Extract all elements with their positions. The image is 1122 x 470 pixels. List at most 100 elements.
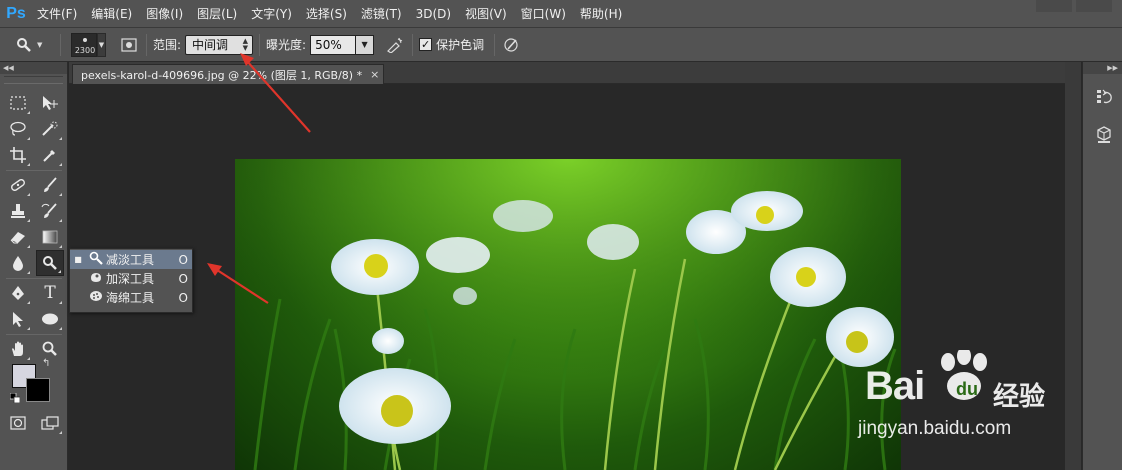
menu-layer[interactable]: 图层(L) [190, 0, 244, 28]
crop-tool[interactable] [4, 142, 32, 168]
close-icon[interactable]: × [370, 68, 379, 81]
menu-type[interactable]: 文字(Y) [244, 0, 299, 28]
ellipse-tool[interactable] [36, 306, 64, 332]
document-image[interactable] [235, 159, 901, 470]
pen-tool[interactable] [4, 280, 32, 306]
quick-select-tool[interactable] [36, 116, 64, 142]
lasso-tool[interactable] [4, 116, 32, 142]
gradient-icon [42, 230, 58, 244]
cube-icon [1097, 126, 1111, 143]
range-select-value: 中间调 [192, 38, 229, 52]
exposure-slider-toggle[interactable]: ▼ [356, 34, 375, 55]
svg-text:du: du [956, 379, 978, 399]
menu-bar: Ps 文件(F) 编辑(E) 图像(I) 图层(L) 文字(Y) 选择(S) 滤… [0, 0, 1122, 28]
brush-tool[interactable] [36, 172, 64, 198]
history-panel-button[interactable] [1091, 84, 1117, 110]
panel-grip[interactable] [4, 76, 63, 84]
type-tool[interactable]: T [36, 280, 64, 306]
dodge-tool[interactable] [36, 250, 64, 276]
flyout-item-dodge[interactable]: ■ 减淡工具 O [70, 250, 192, 269]
marquee-tool[interactable] [4, 90, 32, 116]
tool-preset-picker[interactable]: ▼ [16, 33, 54, 57]
collapse-arrows-icon[interactable]: ◀◀ [0, 62, 67, 74]
protect-tones-label: 保护色调 [436, 38, 485, 52]
background-color-swatch[interactable] [26, 378, 50, 402]
dodge-tool-icon [17, 37, 31, 52]
menu-help[interactable]: 帮助(H) [573, 0, 629, 28]
menu-edit[interactable]: 编辑(E) [84, 0, 139, 28]
expand-arrows-icon[interactable]: ▶▶ [1083, 62, 1122, 74]
blur-tool[interactable] [4, 250, 32, 276]
burn-icon [86, 270, 106, 287]
chevron-down-icon: ▼ [37, 40, 43, 49]
flyout-item-label: 减淡工具 [106, 253, 155, 267]
brush-dropdown-arrow[interactable]: ▼ [97, 32, 106, 57]
menu-window[interactable]: 窗口(W) [514, 0, 573, 28]
right-panel-dock: ▶▶ [1082, 62, 1122, 470]
paw-logo-icon: du [941, 350, 987, 400]
airbrush-toggle[interactable] [384, 34, 406, 56]
menu-filter[interactable]: 滤镜(T) [354, 0, 409, 28]
history-brush-tool[interactable] [36, 198, 64, 224]
baidu-watermark: du Bai 经验 jingyan.baidu.com [850, 350, 1065, 450]
brush-preset-picker[interactable]: 2300 [71, 32, 97, 57]
tools-panel: ◀◀ T ↰ [0, 62, 68, 470]
eyedropper-icon [43, 150, 55, 162]
history-brush-icon [41, 203, 57, 218]
watermark-url: jingyan.baidu.com [858, 418, 1012, 439]
range-label: 范围: [153, 38, 182, 52]
menu-select[interactable]: 选择(S) [299, 0, 354, 28]
ellipse-icon [42, 313, 58, 325]
3d-panel-button[interactable] [1091, 122, 1117, 148]
brush-tip-icon [83, 37, 87, 42]
healing-brush-tool[interactable] [4, 172, 32, 198]
swap-colors-icon[interactable]: ↰ [42, 358, 50, 369]
gradient-tool[interactable] [36, 224, 64, 250]
pen-nib-icon [12, 286, 24, 300]
protect-tones-checkbox[interactable]: ✓ [419, 38, 433, 51]
watermark-logo-text: Bai [865, 364, 925, 408]
clone-stamp-tool[interactable] [4, 198, 32, 224]
brush-panel-toggle[interactable] [118, 34, 140, 56]
move-tool[interactable] [36, 90, 64, 116]
stamp-icon [11, 204, 25, 218]
minimize-button[interactable] [1036, 0, 1072, 12]
crop-icon [10, 147, 26, 163]
hand-tool[interactable] [4, 336, 32, 362]
eyedropper-tool[interactable] [36, 142, 64, 168]
eraser-tool[interactable] [4, 224, 32, 250]
screen-mode-toggle[interactable] [36, 410, 64, 436]
rect-marquee-icon [10, 96, 26, 110]
flyout-item-label: 加深工具 [106, 272, 155, 286]
default-colors-icon[interactable] [9, 392, 21, 404]
quick-mask-toggle[interactable] [4, 410, 32, 436]
path-selection-tool[interactable] [4, 306, 32, 332]
tool-flyout-menu: ■ 减淡工具 O 加深工具 O 海绵工具 O [69, 248, 193, 313]
flyout-item-sponge[interactable]: 海绵工具 O [70, 288, 192, 307]
flyout-item-burn[interactable]: 加深工具 O [70, 269, 192, 288]
flyout-item-label: 海绵工具 [106, 291, 155, 305]
options-bar: ▼ 2300 ▼ 范围: 中间调 ▲ ▼ 曝光度: 50% ▼ ✓ 保护色调 [0, 28, 1122, 62]
lasso-icon [10, 121, 26, 136]
exposure-input[interactable]: 50% [310, 34, 357, 55]
paintbrush-icon [44, 177, 57, 192]
document-tab-bar: pexels-karol-d-409696.jpg @ 22% (图层 1, R… [69, 62, 1081, 84]
quick-mask-icon [10, 416, 26, 430]
menu-view[interactable]: 视图(V) [458, 0, 514, 28]
flyout-item-shortcut: O [178, 290, 188, 305]
document-tab[interactable]: pexels-karol-d-409696.jpg @ 22% (图层 1, R… [72, 64, 384, 84]
range-select[interactable]: 中间调 ▲ ▼ [185, 34, 254, 55]
menu-file[interactable]: 文件(F) [30, 0, 84, 28]
move-icon [43, 96, 58, 110]
brush-size-value: 2300 [74, 45, 96, 55]
exposure-label: 曝光度: [266, 38, 307, 52]
maximize-button[interactable] [1076, 0, 1112, 12]
flyout-item-shortcut: O [178, 271, 188, 286]
dock-scroll-gap [1065, 62, 1081, 470]
divider [412, 33, 414, 56]
magnifier-dodge-icon [43, 256, 57, 270]
menu-3d[interactable]: 3D(D) [409, 0, 458, 28]
pressure-size-toggle[interactable] [501, 34, 523, 56]
menu-image[interactable]: 图像(I) [139, 0, 190, 28]
watermark-cn-text: 经验 [993, 382, 1046, 412]
